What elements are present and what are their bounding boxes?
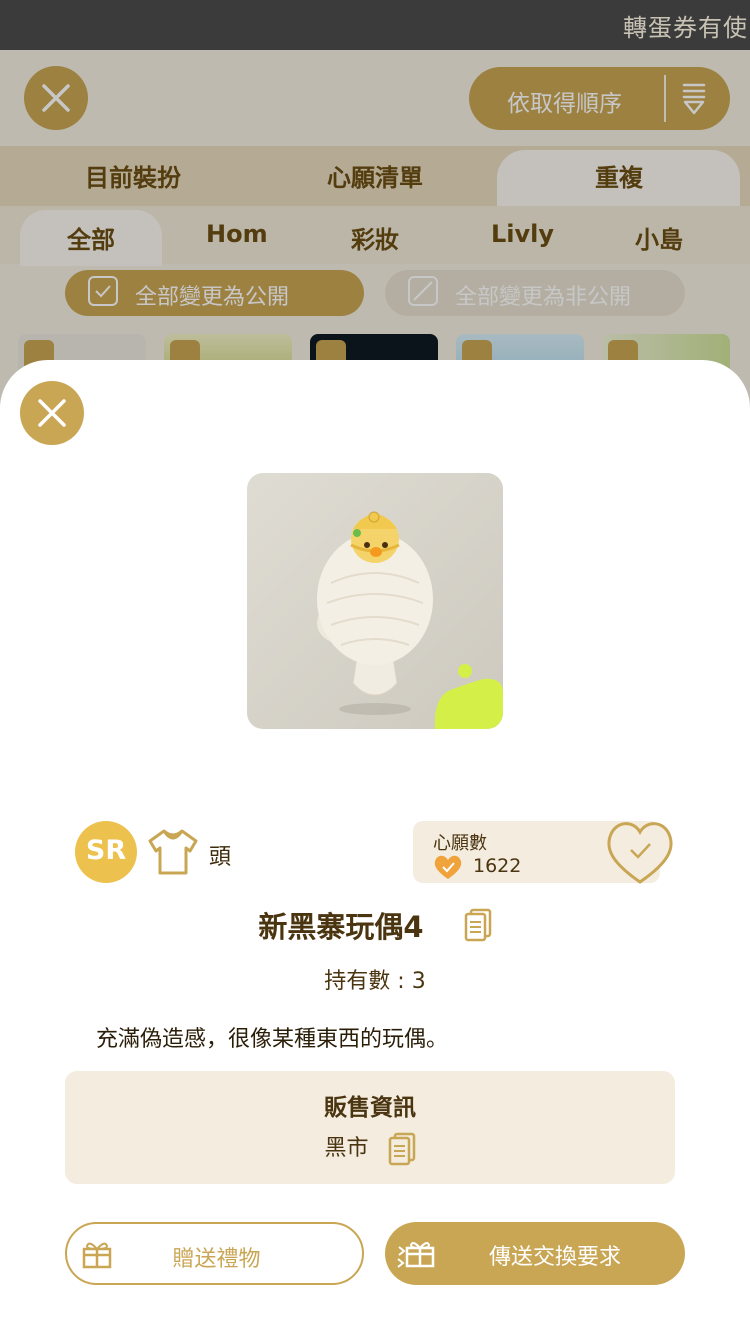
item-description: 充滿偽造感，很像某種東西的玩偶。: [96, 1027, 449, 1052]
wish-count-value: 1622: [473, 855, 522, 877]
sale-info-title: 販售資訊: [324, 1095, 416, 1121]
document-icon[interactable]: [388, 1132, 416, 1166]
document-icon[interactable]: [464, 908, 492, 942]
close-icon: [38, 399, 66, 427]
add-to-wishlist-heart-icon[interactable]: [603, 818, 677, 886]
send-trade-request-button[interactable]: 傳送交換要求: [385, 1222, 685, 1285]
wish-count-label: 心願數: [433, 833, 487, 854]
status-bar: 轉蛋券有使: [0, 0, 750, 50]
owned-count: 持有數 : 3: [324, 969, 426, 994]
status-bar-text: 轉蛋券有使: [623, 14, 748, 42]
item-name-row: 新黑寨玩偶4: [0, 904, 750, 946]
send-trade-request-label: 傳送交換要求: [488, 1245, 621, 1270]
item-image: [247, 473, 503, 729]
item-slot-label: 頭: [209, 845, 232, 870]
plush-doll-illustration: [317, 511, 503, 729]
close-modal-button[interactable]: [20, 381, 84, 445]
sale-info-value: 黑市: [324, 1136, 369, 1161]
item-name: 新黑寨玩偶4: [258, 910, 424, 944]
shirt-icon: [148, 829, 198, 875]
heart-icon: [434, 855, 462, 879]
sale-info-box: 販售資訊 黑市: [65, 1071, 675, 1184]
sale-info-row: 黑市: [65, 1130, 675, 1166]
rarity-label: SR: [85, 835, 127, 866]
send-gift-label: 贈送禮物: [172, 1247, 261, 1272]
rarity-badge: SR: [75, 821, 137, 883]
send-gift-button[interactable]: 贈送禮物: [65, 1222, 364, 1285]
